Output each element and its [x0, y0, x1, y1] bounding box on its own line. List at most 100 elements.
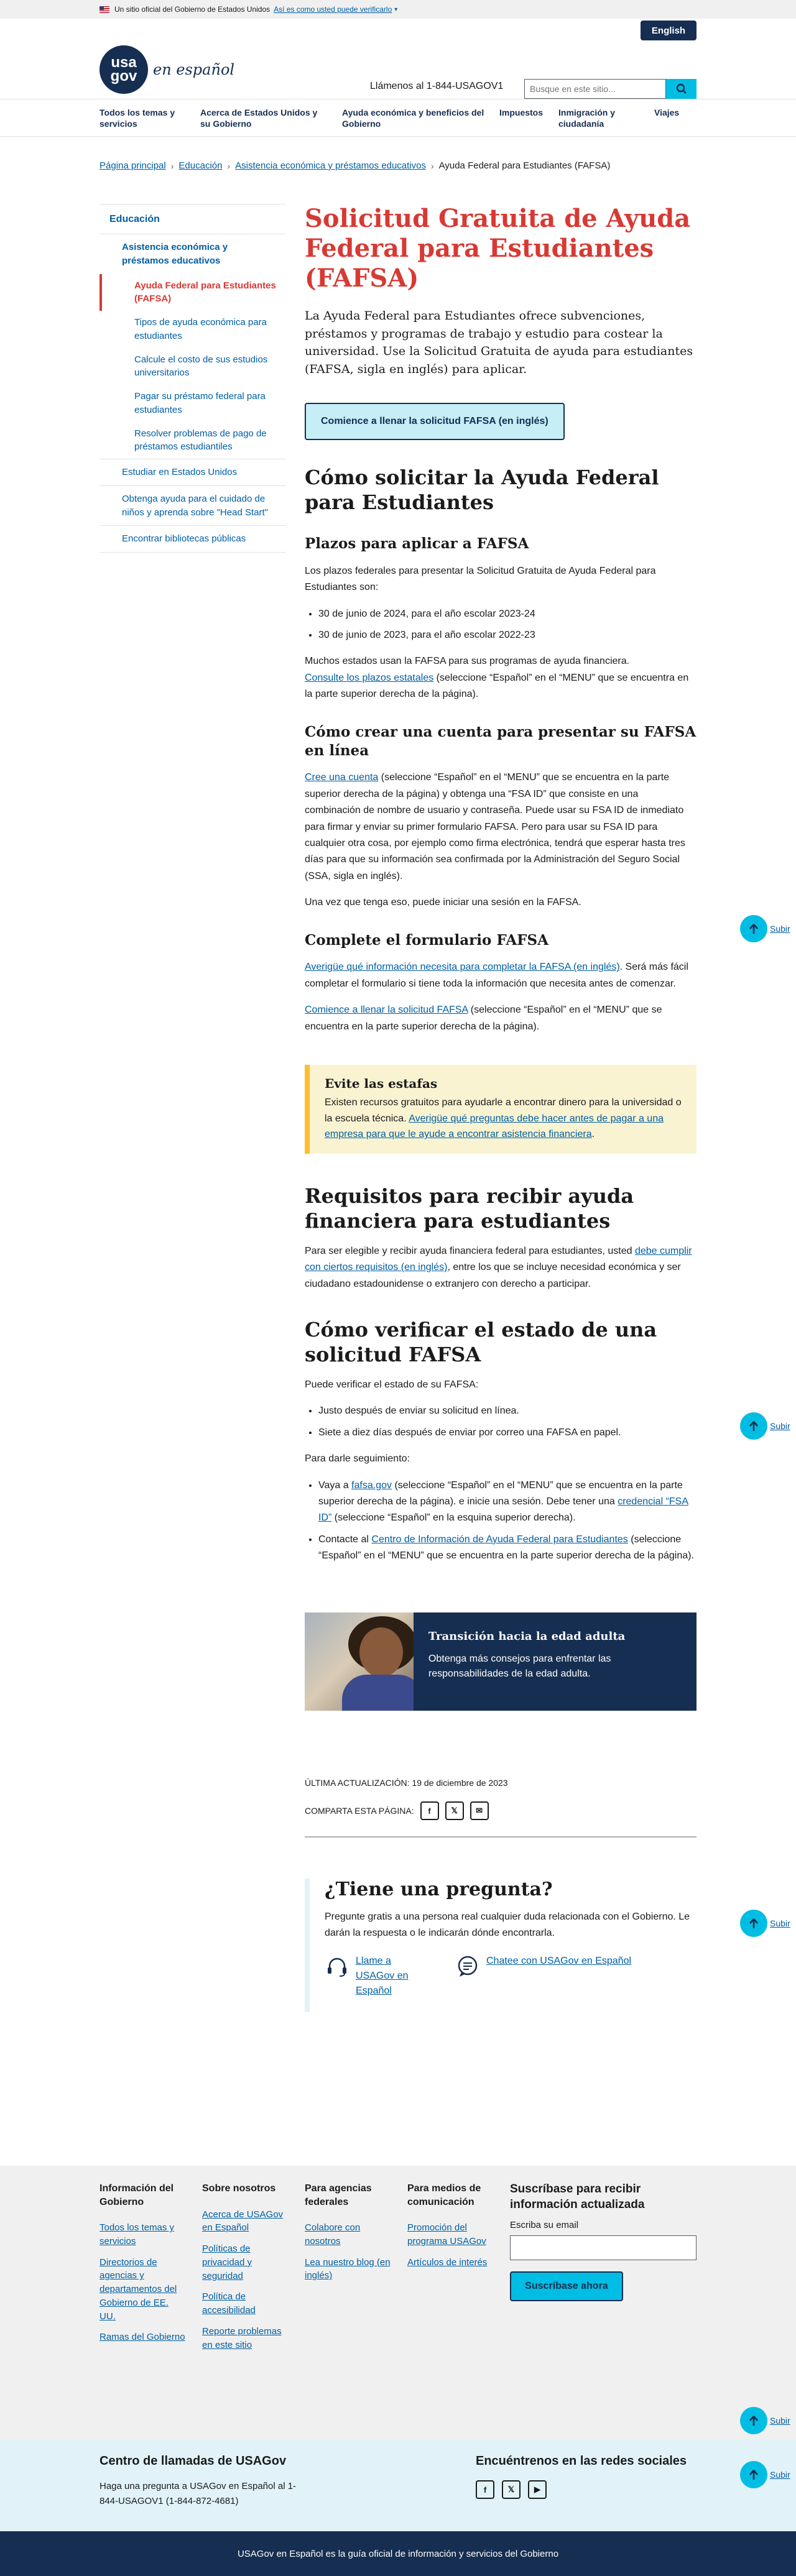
card-image	[305, 1612, 414, 1711]
card-title[interactable]: Transición hacia la edad adulta	[428, 1630, 682, 1643]
facebook-icon[interactable]: f	[420, 1801, 439, 1821]
nav-ayuda-economica[interactable]: Ayuda económica y beneficios del Gobiern…	[342, 107, 485, 129]
sidebar-item-fafsa-current[interactable]: Ayuda Federal para Estudiantes (FAFSA)	[100, 274, 286, 311]
x-icon[interactable]: 𝕏	[445, 1801, 464, 1821]
create-account-link[interactable]: Cree una cuenta	[305, 772, 378, 783]
sidebar-item-asistencia[interactable]: Asistencia económica y préstamos educati…	[100, 234, 286, 274]
chevron-right-icon: ›	[170, 160, 174, 171]
complete-heading: Complete el formulario FAFSA	[305, 931, 548, 949]
intro-text: La Ayuda Federal para Estudiantes ofrece…	[305, 309, 693, 376]
footer-link[interactable]: Políticas de privacidad y seguridad	[202, 2242, 289, 2283]
search-input[interactable]	[524, 79, 666, 99]
search-button[interactable]	[666, 79, 696, 99]
nav-acerca-gobierno[interactable]: Acerca de Estados Unidos y su Gobierno	[200, 107, 325, 129]
deadlines-intro: Los plazos federales para presentar la S…	[305, 565, 656, 593]
account-after-text: Una vez que tenga eso, puede iniciar una…	[305, 897, 581, 908]
english-language-button[interactable]: English	[641, 21, 696, 40]
how-to-verify-link[interactable]: Así es como usted puede verificarlo	[274, 5, 392, 14]
breadcrumb-home[interactable]: Página principal	[100, 160, 166, 171]
headset-icon	[328, 1957, 346, 1977]
footer-link[interactable]: Reporte problemas en este sitio	[202, 2325, 289, 2352]
breadcrumb: Página principal › Educación › Asistenci…	[100, 160, 610, 171]
sidebar-item-tipos-ayuda[interactable]: Tipos de ayuda económica para estudiante…	[100, 311, 286, 348]
alert-heading: Evite las estafas	[325, 1075, 438, 1091]
start-fafsa-button[interactable]: Comience a llenar la solicitud FAFSA (en…	[305, 403, 565, 440]
sidebar-item-resolver-problemas[interactable]: Resolver problemas de pago de préstamos …	[100, 422, 286, 459]
back-to-top-button[interactable]: Subir	[740, 2461, 790, 2488]
info-center-link[interactable]: Centro de Información de Ayuda Federal p…	[371, 1534, 627, 1545]
subscribe-button[interactable]: Suscríbase ahora	[510, 2271, 623, 2302]
share-bar: COMPARTA ESTA PÁGINA: f 𝕏 ✉	[305, 1801, 696, 1821]
call-usagov-link[interactable]: Llame a USAGov en Español	[325, 1954, 455, 1999]
sidebar-item-educacion[interactable]: Educación	[100, 204, 286, 234]
sidebar-item-estudiar-eeuu[interactable]: Estudiar en Estados Unidos	[100, 459, 286, 485]
complete-paragraph: Averigüe qué información necesita para c…	[305, 962, 688, 989]
adulthood-card[interactable]: Transición hacia la edad adulta Obtenga …	[305, 1612, 696, 1711]
back-to-top-button[interactable]: Subir	[740, 1910, 790, 1937]
subscribe-form: Suscríbase para recibir información actu…	[510, 2182, 696, 2302]
gov-banner-text: Un sitio oficial del Gobierno de Estados…	[114, 5, 271, 14]
status-list: Justo después de enviar su solicitud en …	[305, 1403, 696, 1441]
footer-link[interactable]: Ramas del Gobierno	[100, 2330, 187, 2344]
footer-link[interactable]: Promoción del programa USAGov	[407, 2221, 494, 2248]
phone-number[interactable]: Llámenos al 1-844-USAGOV1	[370, 81, 503, 92]
list-item: Contacte al Centro de Información de Ayu…	[318, 1532, 696, 1565]
usagov-logo[interactable]: usa gov en español	[100, 45, 234, 94]
footer-link[interactable]: Colabore con nosotros	[305, 2221, 392, 2248]
footer-link[interactable]: Política de accesibilidad	[202, 2290, 289, 2317]
question-box: ¿Tiene una pregunta? Pregunte gratis a u…	[305, 1879, 696, 2012]
x-icon[interactable]: 𝕏	[502, 2480, 521, 2499]
call-center-text: Haga una pregunta a USAGov en Español al…	[100, 2481, 297, 2506]
sidebar-item-pagar-prestamo[interactable]: Pagar su préstamo federal para estudiant…	[100, 385, 286, 422]
footer-link[interactable]: Directorios de agencias y departamentos …	[100, 2256, 187, 2324]
deadlines-heading: Plazos para aplicar a FAFSA	[305, 535, 529, 552]
last-updated: ÚLTIMA ACTUALIZACIÓN: 19 de diciembre de…	[305, 1778, 508, 1788]
list-item: Justo después de enviar su solicitud en …	[318, 1403, 696, 1419]
arrow-up-icon	[749, 2470, 758, 2480]
back-to-top-button[interactable]: Subir	[740, 2407, 790, 2434]
back-to-top-button[interactable]: Subir	[740, 915, 790, 942]
footer-link[interactable]: Lea nuestro blog (en inglés)	[305, 2256, 392, 2283]
footer-link[interactable]: Artículos de interés	[407, 2256, 494, 2270]
follow-intro: Para darle seguimiento:	[305, 1453, 410, 1465]
alert-text: Existen recursos gratuitos para ayudarle…	[325, 1097, 682, 1140]
footer-link[interactable]: Acerca de USAGov en Español	[202, 2208, 289, 2235]
facebook-icon[interactable]: f	[476, 2480, 494, 2499]
breadcrumb-educacion[interactable]: Educación	[178, 160, 222, 171]
card-text: Transición hacia la edad adulta Obtenga …	[414, 1612, 696, 1711]
sidebar-item-bibliotecas[interactable]: Encontrar bibliotecas públicas	[100, 525, 286, 553]
back-to-top-button[interactable]: Subir	[740, 1412, 790, 1440]
share-label: COMPARTA ESTA PÁGINA:	[305, 1806, 414, 1816]
main-content: Solicitud Gratuita de Ayuda Federal para…	[305, 204, 696, 2012]
start-fafsa-link[interactable]: Comience a llenar la solicitud FAFSA	[305, 1005, 468, 1015]
nav-impuestos[interactable]: Impuestos	[499, 107, 543, 118]
footer-link[interactable]: Todos los temas y servicios	[100, 2221, 187, 2248]
complete-paragraph-2: Comience a llenar la solicitud FAFSA (se…	[305, 1005, 662, 1032]
nav-todos-temas[interactable]: Todos los temas y servicios	[100, 107, 187, 129]
nav-inmigracion[interactable]: Inmigración y ciudadanía	[558, 107, 633, 129]
sidebar-item-cuidado-ninos[interactable]: Obtenga ayuda para el cuidado de niños y…	[100, 485, 286, 526]
social-heading: Encuéntrenos en las redes sociales	[476, 2454, 687, 2468]
state-deadlines-link[interactable]: Consulte los plazos estatales	[305, 673, 433, 683]
chat-usagov-link[interactable]: Chatee con USAGov en Español	[455, 1954, 631, 1999]
fafsa-gov-link[interactable]: fafsa.gov	[351, 1480, 392, 1491]
arrow-up-icon	[749, 2416, 758, 2426]
search-icon	[676, 83, 687, 94]
call-center-heading: Centro de llamadas de USAGov	[100, 2454, 287, 2468]
page-title: Solicitud Gratuita de Ayuda Federal para…	[305, 204, 691, 293]
status-intro: Puede verificar el estado de su FAFSA:	[305, 1379, 479, 1390]
required-info-link[interactable]: Averigüe qué información necesita para c…	[305, 962, 620, 972]
email-field[interactable]	[510, 2235, 696, 2261]
social-icons: f 𝕏 ▶	[476, 2480, 554, 2499]
sidebar-item-calcule-costo[interactable]: Calcule el costo de sus estudios univers…	[100, 348, 286, 385]
list-item: Vaya a fafsa.gov (seleccione “Español” e…	[318, 1478, 696, 1527]
breadcrumb-asistencia[interactable]: Asistencia económica y préstamos educati…	[235, 160, 426, 171]
follow-list: Vaya a fafsa.gov (seleccione “Español” e…	[305, 1478, 696, 1565]
bottom-bar: USAGov en Español es la guía oficial de …	[0, 2531, 796, 2576]
youtube-icon[interactable]: ▶	[528, 2480, 547, 2499]
question-links: Llame a USAGov en Español Chatee con USA…	[325, 1954, 696, 1999]
email-icon[interactable]: ✉	[470, 1801, 489, 1821]
nav-viajes[interactable]: Viajes	[654, 107, 679, 118]
subscribe-heading: Suscríbase para recibir información actu…	[510, 2183, 645, 2211]
chevron-down-icon[interactable]: ▾	[394, 6, 397, 13]
